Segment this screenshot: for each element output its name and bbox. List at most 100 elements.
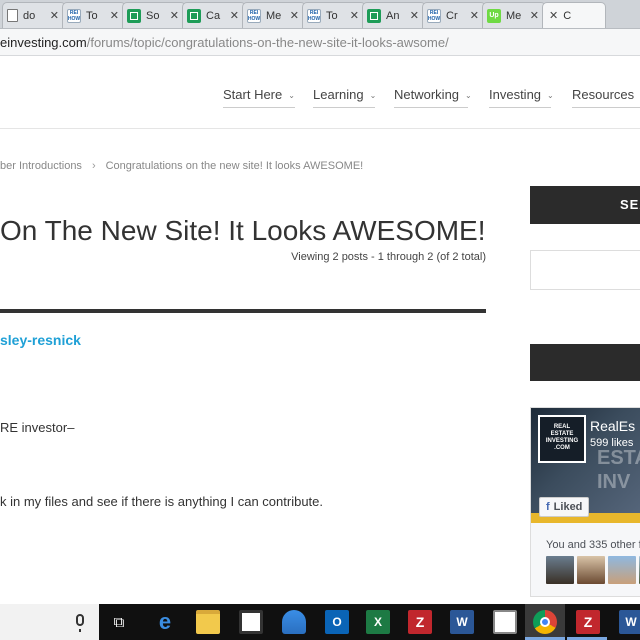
nav-label: Networking [394,87,460,102]
tab-title: So [146,9,160,22]
sheets-icon [127,8,141,23]
chrome-icon[interactable] [533,610,557,634]
close-icon[interactable]: ✕ [350,9,359,22]
excel-icon[interactable]: X [366,610,390,634]
browser-tab[interactable]: REI HOW Me ✕ [242,2,306,28]
browser-tab[interactable]: Up Me ✕ [482,2,546,28]
avatar[interactable] [577,556,605,584]
tab-title: Cr [446,9,458,22]
facebook-page-name[interactable]: RealEs [590,418,635,434]
close-icon[interactable]: ✕ [230,9,239,22]
nav-start-here[interactable]: Start Here ⌄ [223,87,295,108]
nav-underline [394,107,468,108]
filezilla-icon[interactable]: Z [408,610,432,634]
browser-tab[interactable]: do ✕ [2,2,66,28]
browser-tab-active[interactable]: ✕ C [542,2,606,28]
page-title: On The New Site! It Looks AWESOME! [0,215,486,246]
close-icon[interactable]: ✕ [110,9,119,22]
nav-label: Resources [572,87,635,102]
browser-tab[interactable]: REI HOW To ✕ [62,2,126,28]
task-view-icon[interactable]: ⧉ [107,610,131,634]
breadcrumb: ber Introductions › Congratulations on the… [0,160,363,172]
file-explorer-icon[interactable] [196,610,220,634]
url-path: /forums/topic/congratulations-on-the-new… [86,34,449,50]
divider [0,309,486,313]
tab-title: Me [266,9,282,22]
nav-label: Investing [489,87,542,102]
address-bar[interactable]: einvesting.com/forums/topic/congratulati… [0,29,640,56]
sheets-icon [367,8,381,23]
liked-button[interactable]: f Liked [539,497,590,517]
close-icon[interactable]: ✕ [50,9,59,22]
taskbar: ⧉ e O X Z W Z W [0,604,640,640]
word-icon[interactable]: W [450,610,474,634]
facebook-icon: f [546,501,550,513]
browser-tab[interactable]: So ✕ [122,2,186,28]
cortana-search-box[interactable] [0,604,99,640]
widget-heading-bar [530,344,640,381]
url-text[interactable]: einvesting.com/forums/topic/congratulati… [0,35,449,50]
breadcrumb-parent[interactable]: ber Introductions [0,160,82,172]
browser-tab[interactable]: An ✕ [362,2,426,28]
search-input[interactable] [530,250,640,290]
doc-icon [7,9,18,22]
onedrive-icon[interactable] [282,610,306,634]
facebook-like-count: 599 likes [590,437,634,449]
facebook-page-widget: ESTA INV REAL ESTATE INVESTING .COM Real… [530,407,640,597]
rei-icon: REI HOW [247,8,261,23]
friends-like-text: You and 335 other fr [546,539,640,551]
word-icon[interactable]: W [619,610,640,634]
chevron-down-icon: ⌄ [288,91,295,100]
nav-label: Learning [313,87,364,102]
close-icon[interactable]: ✕ [410,9,419,22]
microphone-icon[interactable] [76,614,84,632]
nav-networking[interactable]: Networking ⌄ [394,87,472,108]
upwork-icon: Up [487,8,501,23]
tab-title: To [326,9,338,22]
tab-title: do [23,9,36,22]
store-icon[interactable] [239,610,263,634]
close-icon[interactable]: ✕ [170,9,179,22]
sheets-icon [187,8,201,23]
breadcrumb-current: Congratulations on the new site! It look… [105,160,364,172]
chevron-down-icon: ⌄ [369,91,377,100]
rei-icon: REI HOW [307,8,321,23]
outlook-icon[interactable]: O [325,610,349,634]
edge-icon[interactable]: e [153,609,177,634]
filezilla-icon[interactable]: Z [576,610,600,634]
avatar[interactable] [546,556,574,584]
avatar[interactable] [608,556,636,584]
cover-text: ESTA INV [597,447,640,493]
nav-learning[interactable]: Learning ⌄ [313,87,377,108]
site-nav: Start Here ⌄ Learning ⌄ Networking ⌄ Invest… [0,57,640,129]
chevron-down-icon: ⌄ [465,91,472,100]
tab-title: Me [506,9,522,22]
author-link[interactable]: sley-resnick [0,332,81,348]
browser-tab[interactable]: Ca ✕ [182,2,246,28]
browser-tab-strip: do ✕ REI HOW To ✕ So ✕ Ca ✕ REI HOW Me ✕ R… [0,0,640,29]
nav-underline [313,107,375,108]
breadcrumb-separator: › [91,160,96,172]
close-icon[interactable]: ✕ [530,9,539,22]
url-host: einvesting.com [0,34,87,50]
browser-tab[interactable]: REI HOW Cr ✕ [422,2,486,28]
close-icon[interactable]: ✕ [549,9,558,22]
nav-resources[interactable]: Resources⌄ [572,87,640,108]
tab-title: An [386,9,400,22]
page-logo[interactable]: REAL ESTATE INVESTING .COM [538,415,586,463]
friend-avatars [546,556,640,584]
search-widget-heading: SEA [530,186,640,224]
tab-title: Ca [206,9,221,22]
close-icon[interactable]: ✕ [290,9,299,22]
post-text: k in my files and see if there is anythi… [0,494,324,509]
nav-underline [223,107,295,108]
screen: do ✕ REI HOW To ✕ So ✕ Ca ✕ REI HOW Me ✕ R… [0,0,640,640]
browser-tab[interactable]: REI HOW To ✕ [302,2,366,28]
chevron-down-icon: ⌄ [547,91,554,100]
rei-icon: REI HOW [427,8,441,23]
close-icon[interactable]: ✕ [470,9,479,22]
rei-icon: REI HOW [67,8,81,23]
nav-underline [489,107,551,108]
nav-investing[interactable]: Investing ⌄ [489,87,554,108]
photos-icon[interactable] [493,610,517,634]
